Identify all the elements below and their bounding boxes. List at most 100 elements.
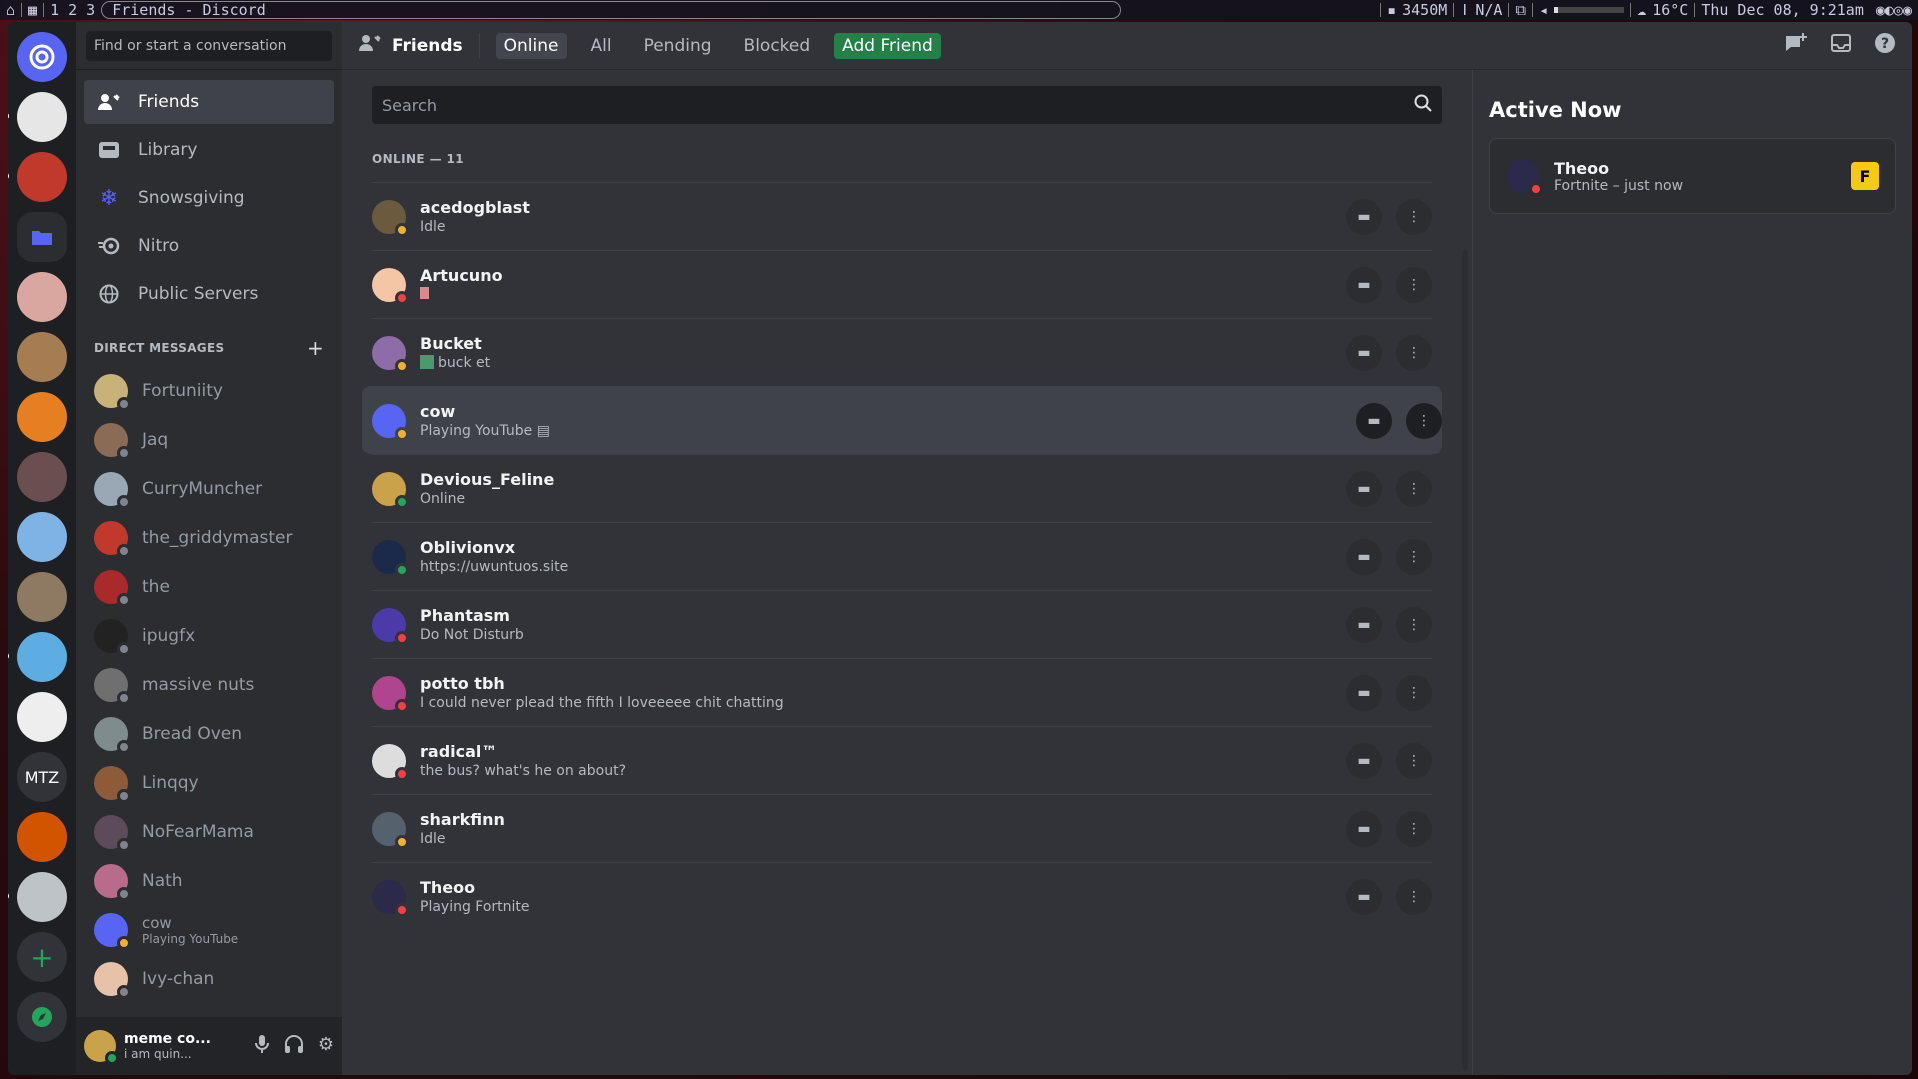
more-options-icon[interactable]: ⋮ [1396,606,1432,643]
dm-item[interactable]: massive nuts [84,661,334,709]
more-options-icon[interactable]: ⋮ [1396,334,1432,371]
guild-blue[interactable] [8,632,67,682]
nav-snowsgiving[interactable]: ❄ Snowsgiving [84,176,334,220]
help-icon[interactable]: ? [1874,32,1896,59]
guild-anime-blue[interactable] [17,512,67,562]
user-avatar[interactable] [84,1030,119,1065]
friend-search-input[interactable]: Search [372,86,1442,124]
guild-meme-face[interactable] [17,692,67,742]
nav-library[interactable]: Library [84,128,334,172]
new-group-dm-icon[interactable] [1784,32,1808,59]
message-icon[interactable]: ▬ [1346,742,1382,779]
message-icon[interactable]: ▬ [1346,878,1382,915]
network-icon[interactable]: ⧉ [1509,1,1532,19]
add-friend-button[interactable]: Add Friend [834,32,941,59]
tray-icons[interactable]: ◉◐◎◉ [1870,1,1918,19]
more-options-icon[interactable]: ⋮ [1396,538,1432,575]
nav-public-servers[interactable]: Public Servers [84,272,334,316]
guild-cat[interactable] [17,332,67,382]
activity-description: Fortnite – just now [1554,177,1684,194]
folder-icon[interactable] [17,212,67,262]
friend-row[interactable]: Devious_Feline Online ▬ ⋮ [372,454,1432,522]
dm-item[interactable]: Ivy-chan [84,955,334,1003]
guild-face[interactable] [17,272,67,322]
find-conversation-button[interactable]: Find or start a conversation [86,30,332,61]
friend-row[interactable]: Artucuno ▬ ⋮ [372,250,1432,318]
microphone-icon[interactable] [254,1034,270,1059]
friend-row[interactable]: Bucket buck et ▬ ⋮ [372,318,1432,386]
nav-public-servers-label: Public Servers [138,284,259,304]
guild-face-2[interactable] [17,452,67,502]
dm-item[interactable]: CurryMuncher [84,465,334,513]
message-icon[interactable]: ▬ [1346,266,1382,303]
create-dm-plus-icon[interactable]: + [307,336,324,360]
nav-nitro[interactable]: Nitro [84,224,334,268]
message-icon[interactable]: ▬ [1346,674,1382,711]
volume-icon[interactable]: ◂ [1539,1,1548,19]
more-options-icon[interactable]: ⋮ [1396,470,1432,507]
explore-compass-icon[interactable] [17,992,67,1042]
more-options-icon[interactable]: ⋮ [1396,810,1432,847]
message-icon[interactable]: ▬ [1346,810,1382,847]
message-icon[interactable]: ▬ [1356,402,1392,439]
more-options-icon[interactable]: ⋮ [1406,402,1442,439]
more-options-icon[interactable]: ⋮ [1396,198,1432,235]
dm-item[interactable]: Nath [84,857,334,905]
system-menu-icon[interactable]: ⌂ [0,1,21,19]
inbox-icon[interactable] [1830,33,1852,58]
window-title: Friends - Discord [101,1,1122,19]
more-options-icon[interactable]: ⋮ [1396,742,1432,779]
message-icon[interactable]: ▬ [1346,334,1382,371]
guild-cat-2[interactable] [17,572,67,622]
message-icon[interactable]: ▬ [1346,198,1382,235]
dm-item[interactable]: NoFearMama [84,808,334,856]
dm-item[interactable]: Fortuniity [84,367,334,415]
guild-gun[interactable] [8,872,67,922]
dm-item[interactable]: Jaq [84,416,334,464]
friend-row[interactable]: radical™ the bus? what's he on about? ▬ ⋮ [372,726,1432,794]
avatar [94,717,131,754]
tab-blocked[interactable]: Blocked [736,33,819,59]
home-discord-icon[interactable] [17,32,67,82]
tab-pending[interactable]: Pending [636,33,720,59]
guild-anime-avatar[interactable] [8,152,67,202]
dm-item[interactable]: Bread Oven [84,710,334,758]
guild-orange[interactable] [17,812,67,862]
settings-gear-icon[interactable]: ⚙ [318,1034,334,1059]
tab-all[interactable]: All [583,33,620,59]
friend-row[interactable]: potto tbh I could never plead the fifth I… [372,658,1432,726]
friend-row[interactable]: Oblivionvx https://uwuntuos.site ▬ ⋮ [372,522,1432,590]
tab-online[interactable]: Online [495,32,567,59]
dm-item[interactable]: Linqqy [84,759,334,807]
dm-item[interactable]: the_griddymaster [84,514,334,562]
add-server-icon[interactable]: + [17,932,67,982]
friend-row[interactable]: sharkfinn Idle ▬ ⋮ [372,794,1432,862]
friends-scrollbar[interactable] [1462,250,1468,1070]
headphones-icon[interactable] [284,1034,304,1059]
friend-row[interactable]: Theoo Playing Fortnite ▬ ⋮ [372,862,1432,930]
system-topbar: ⌂ ▦ 1 2 3 Friends - Discord ▪ 3450M ǀ N/A … [0,0,1918,20]
more-options-icon[interactable]: ⋮ [1396,878,1432,915]
workspaces[interactable]: 1 2 3 [44,1,101,19]
dm-item[interactable]: the [84,563,334,611]
layout-icon[interactable]: ▦ [22,1,43,19]
message-icon[interactable]: ▬ [1346,606,1382,643]
friend-row[interactable]: cow Playing YouTube ▤ ▬ ⋮ [362,386,1442,454]
active-now-title: Active Now [1489,98,1622,122]
activity-card[interactable]: Theoo Fortnite – just now F [1489,138,1896,214]
guild-sheep[interactable] [8,92,67,142]
dm-item[interactable]: cow Playing YouTube [84,906,334,954]
guild-pumpkin[interactable] [17,392,67,442]
message-icon[interactable]: ▬ [1346,470,1382,507]
message-icon[interactable]: ▬ [1346,538,1382,575]
more-options-icon[interactable]: ⋮ [1396,266,1432,303]
avatar [94,913,131,950]
friend-row[interactable]: acedogblast Idle ▬ ⋮ [372,182,1432,250]
more-options-icon[interactable]: ⋮ [1396,674,1432,711]
friend-row[interactable]: Phantasm Do Not Disturb ▬ ⋮ [372,590,1432,658]
dm-item[interactable]: ipugfx [84,612,334,660]
clock: Thu Dec 08, 9:21am [1701,1,1864,19]
guild-mtz[interactable]: MTZ [17,752,67,802]
nav-friends[interactable]: Friends [84,80,334,124]
volume-slider[interactable] [1554,7,1625,13]
